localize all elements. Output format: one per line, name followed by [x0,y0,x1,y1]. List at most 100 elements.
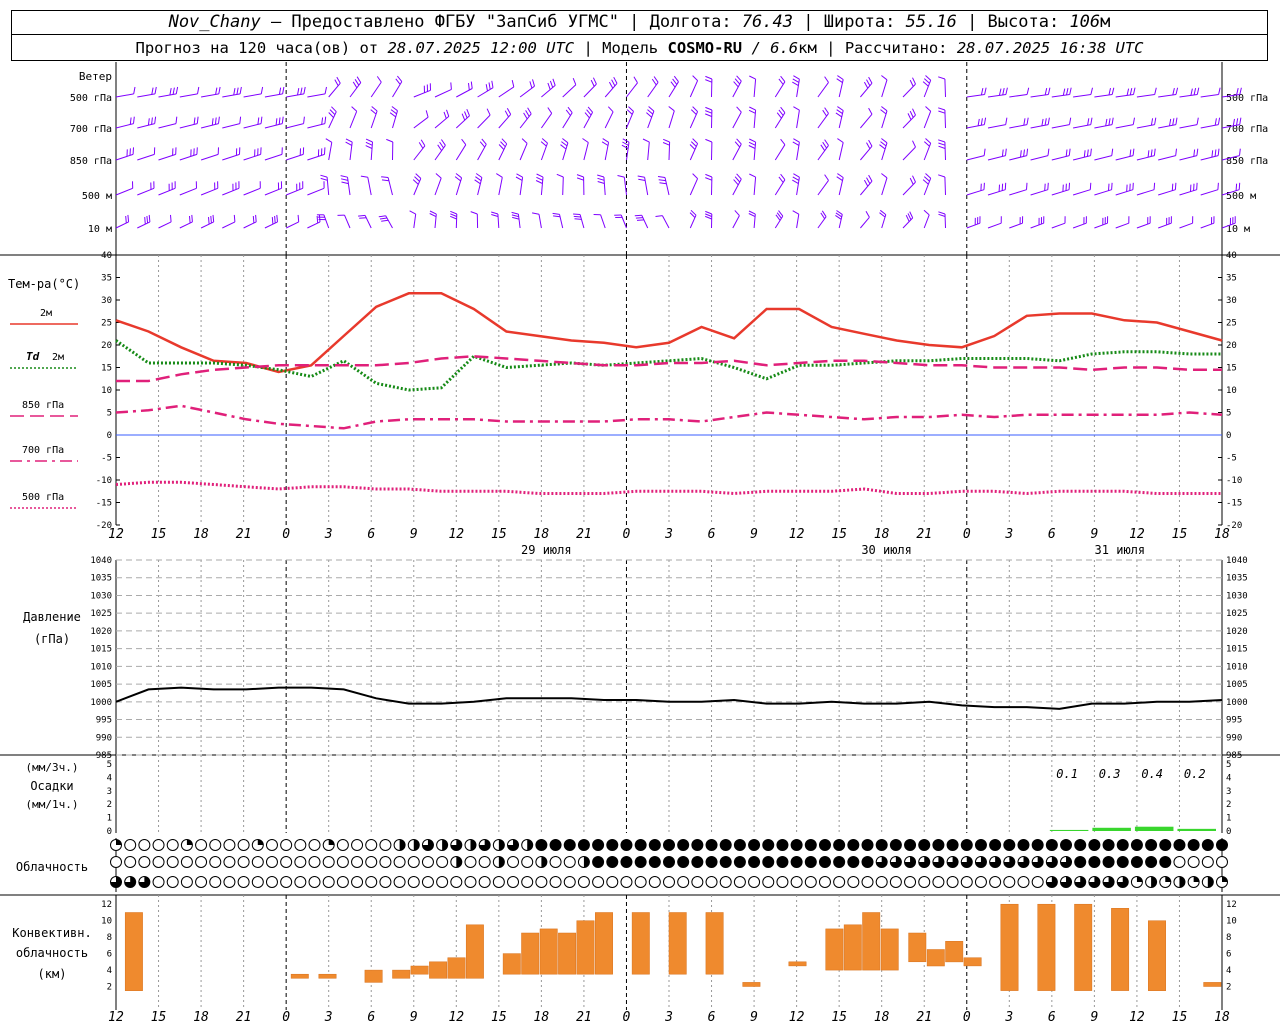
wind-barb-feather [780,106,786,114]
wind-barb-feather [169,88,172,96]
wind-barb-feather [395,78,401,85]
wind-barb-feather [705,173,713,178]
time-tick-label: 6 [367,1010,375,1024]
wind-barb-shaft [538,214,542,229]
wind-barb-feather [705,110,712,114]
temp-ytick-right: 5 [1226,409,1231,419]
wind-barb-shaft [796,214,800,229]
legend-label: 700 гПа [22,445,64,456]
wind-barb-feather [866,79,871,86]
wind-barb-feather [324,116,327,124]
conv-bar [1148,920,1166,991]
wind-barb-shaft [477,87,494,98]
wind-barb-feather [923,209,930,216]
wind-barb-feather [778,78,784,85]
temp-ytick-left: 35 [101,274,112,284]
wind-barb-feather [547,82,551,90]
wind-barb-feather [980,87,984,96]
cloud-symbol [677,876,690,888]
cloud-symbol [308,856,321,868]
wind-barb-shaft [434,116,450,129]
wind-barb-feather [925,106,932,112]
precip-ytick-right: 5 [1226,760,1231,770]
wind-barb-feather [792,78,800,83]
wind-barb-feather [282,86,285,94]
wind-barb-feather [412,179,419,185]
wind-barb-feather [912,108,916,116]
wind-barb-feather [148,214,151,222]
cloud-symbol [1116,839,1129,851]
wind-barb-feather [491,211,499,215]
pressure-ytick-right: 1025 [1226,609,1248,619]
wind-barb-feather [837,75,844,80]
cloud-symbol [436,876,449,888]
wind-barb-feather [1174,182,1177,190]
wind-barb-feather [622,138,630,143]
wind-barb-feather [1172,87,1175,96]
wind-barb-feather [154,86,157,94]
time-tick-label: 0 [282,527,290,542]
wind-barb-feather [435,173,442,179]
temp-ytick-right: -10 [1226,476,1242,486]
wind-barb-shaft [222,93,241,98]
wind-barb-shaft [1200,189,1219,196]
wind-barb-shaft [455,177,463,196]
cloud-symbol [946,839,959,851]
cloud-symbol [1130,839,1143,851]
wind-barb-shaft [455,115,470,129]
wind-barb-feather [320,177,328,181]
wind-barb-feather [836,78,843,84]
wind-barb-feather [218,86,221,94]
wind-barb-feather [909,177,914,185]
cloud-symbol [237,839,250,851]
wind-barb-feather [822,141,828,149]
cloud-symbol [748,876,761,888]
cloud-symbol [478,856,491,868]
wind-barb-feather [536,176,543,181]
wind-barb-feather [1132,148,1135,156]
cloud-symbol [663,876,675,888]
wind-barb-feather [633,76,638,84]
time-tick-label: 3 [664,1010,673,1024]
wind-barb-feather [984,87,987,95]
wind-barb-shaft [413,89,431,98]
cloud-symbol [861,876,874,888]
wind-barb-feather [1005,117,1008,125]
cloud-symbol [166,839,179,851]
cloud-symbol [223,876,236,888]
cloud-symbol [804,876,817,888]
cloud-symbol [1187,856,1200,868]
time-tick-label: 18 [193,1010,209,1024]
cloud-symbol [549,856,562,868]
wind-barb-feather [734,141,741,148]
wind-barb-feather [1133,87,1136,95]
wind-barb-feather [532,79,535,87]
wind-barb-feather [1047,182,1049,190]
cloud-symbol [648,856,661,868]
time-tick-label: 12 [1129,527,1145,542]
cloud-symbol [818,856,831,868]
wind-barb-feather [360,175,368,178]
wind-barb-feather [1129,149,1132,157]
wind-barb-feather [511,79,515,88]
wind-barb-feather [215,87,218,95]
cloud-symbol [1102,839,1115,851]
wind-barb-feather [1150,118,1154,126]
wind-barb-feather [793,173,800,178]
wind-barb-shaft [860,145,873,161]
wind-barb-shaft [1158,155,1176,161]
cloud-symbol [762,856,775,868]
wind-barb-feather [381,176,389,178]
precip-ytick-left: 0 [107,827,112,837]
conv-ytick-left: 2 [107,983,112,993]
wind-barb-shaft [201,93,219,98]
wind-barb-shaft [689,80,699,98]
cloud-symbol [152,839,165,851]
wind-barb-feather [587,106,593,113]
conv-bar [576,920,595,975]
wind-level-label-left: 10 м [88,224,112,235]
cloud-symbol [776,839,789,851]
wind-barb-feather [556,173,564,178]
cloud-symbol [209,876,222,888]
wind-barb-feather [647,109,654,115]
